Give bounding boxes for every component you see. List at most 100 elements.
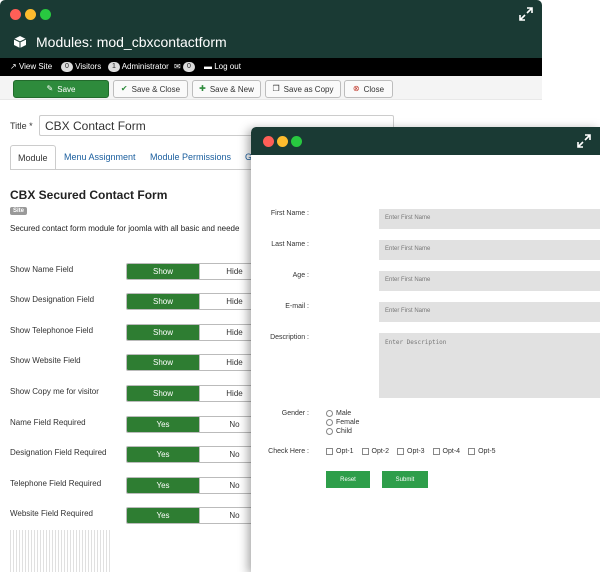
submit-button[interactable]: Submit [382, 471, 428, 488]
check-options-group: Opt-1 Opt-2 Opt-3 Opt-4 Opt-5 [326, 448, 496, 455]
minus-icon: ▬ [204, 62, 212, 71]
checkbox-square[interactable] [397, 448, 405, 455]
close-window-button[interactable] [10, 9, 21, 20]
description-label: Description : [270, 334, 309, 341]
external-link-icon: ↗ [10, 62, 17, 71]
window-titlebar [251, 127, 600, 155]
minimize-window-button[interactable] [25, 9, 36, 20]
checkbox-square[interactable] [361, 448, 369, 455]
toggle-on-option[interactable]: Show [127, 325, 199, 340]
toggle-designation-required[interactable]: Yes No [126, 446, 270, 463]
toggle-on-option[interactable]: Show [127, 355, 199, 370]
gender-radio-male[interactable]: Male [326, 410, 351, 417]
field-label: Show Name Field [10, 265, 74, 274]
checkbox-opt-2[interactable]: Opt-2 [361, 448, 389, 455]
save-close-button[interactable]: ✔ Save & Close [113, 80, 188, 98]
field-label: Show Telephonoe Field [10, 326, 94, 335]
close-button[interactable]: ⊗ Close [344, 80, 393, 98]
close-window-button[interactable] [263, 136, 274, 147]
expand-icon[interactable] [518, 6, 534, 22]
checkbox-opt-1[interactable]: Opt-1 [326, 448, 354, 455]
faded-content [10, 530, 112, 572]
toggle-on-option[interactable]: Yes [127, 508, 199, 523]
zoom-window-button[interactable] [291, 136, 302, 147]
email-input[interactable]: Enter First Name [379, 302, 600, 322]
edit-icon: ✎ [46, 84, 54, 93]
check-icon: ✔ [120, 84, 128, 93]
first-name-label: First Name : [270, 210, 309, 217]
module-description: Secured contact form module for joomla w… [10, 224, 240, 233]
first-name-input[interactable]: Enter First Name [379, 209, 600, 229]
gender-radio-child[interactable]: Child [326, 428, 352, 435]
check-here-label: Check Here : [268, 448, 309, 455]
tab-module-permissions[interactable]: Module Permissions [150, 145, 231, 170]
toggle-on-option[interactable]: Show [127, 264, 199, 279]
window-titlebar [0, 0, 542, 28]
radio-circle[interactable] [326, 428, 333, 435]
checkbox-opt-4[interactable]: Opt-4 [432, 448, 460, 455]
toggle-on-option[interactable]: Show [127, 294, 199, 309]
field-label: Show Copy me for visitor [10, 387, 99, 396]
toggle-telephone-required[interactable]: Yes No [126, 477, 270, 494]
admin-count-badge: 1 [108, 62, 120, 72]
toggle-show-designation[interactable]: Show Hide [126, 293, 270, 310]
description-textarea[interactable]: Enter Description [379, 333, 600, 398]
toggle-on-option[interactable]: Show [127, 386, 199, 401]
reset-button[interactable]: Reset [326, 471, 370, 488]
messages-status[interactable]: ✉ 0 [174, 62, 195, 72]
zoom-window-button[interactable] [40, 9, 51, 20]
envelope-icon: ✉ [174, 62, 181, 71]
toggle-on-option[interactable]: Yes [127, 478, 199, 493]
save-as-copy-button[interactable]: ❐ Save as Copy [265, 80, 341, 98]
plus-icon: ✚ [199, 84, 206, 93]
close-circle-icon: ⊗ [352, 84, 360, 93]
page-title: Modules: mod_cbxcontactform [36, 34, 227, 50]
copy-icon: ❐ [272, 84, 280, 93]
last-name-input[interactable]: Enter First Name [379, 240, 600, 260]
tab-module[interactable]: Module [10, 145, 56, 170]
visitors-status: 0 Visitors [61, 62, 101, 72]
cube-icon [13, 36, 27, 48]
module-header: Modules: mod_cbxcontactform [0, 28, 542, 58]
toggle-show-name[interactable]: Show Hide [126, 263, 270, 280]
toggle-show-telephone[interactable]: Show Hide [126, 324, 270, 341]
checkbox-opt-3[interactable]: Opt-3 [397, 448, 425, 455]
site-badge: Site [10, 207, 28, 215]
checkbox-square[interactable] [326, 448, 333, 455]
gender-label: Gender : [281, 410, 309, 417]
save-button[interactable]: ✎ Save [13, 80, 109, 98]
view-site-link[interactable]: ↗ View Site [10, 62, 52, 72]
save-new-button[interactable]: ✚ Save & New [192, 80, 261, 98]
checkbox-opt-5[interactable]: Opt-5 [468, 448, 496, 455]
email-label: E-mail : [285, 303, 309, 310]
field-label: Show Designation Field [10, 295, 95, 304]
toggle-on-option[interactable]: Yes [127, 447, 199, 462]
expand-icon[interactable] [576, 133, 592, 149]
checkbox-square[interactable] [432, 448, 440, 455]
toggle-website-required[interactable]: Yes No [126, 507, 270, 524]
toggle-show-copy-me[interactable]: Show Hide [126, 385, 270, 402]
age-label: Age : [292, 272, 309, 279]
form-heading: CBX Secured Contact Form [10, 188, 168, 202]
administrator-status: 1 Administrator [108, 62, 169, 72]
toggle-name-required[interactable]: Yes No [126, 416, 270, 433]
radio-circle[interactable] [326, 419, 333, 426]
title-label: Title * [10, 121, 33, 131]
field-label: Name Field Required [10, 418, 86, 427]
checkbox-square[interactable] [468, 448, 476, 455]
toggle-show-website[interactable]: Show Hide [126, 354, 270, 371]
field-label: Designation Field Required [10, 448, 107, 457]
visitors-count-badge: 0 [61, 62, 73, 72]
last-name-label: Last Name : [271, 241, 309, 248]
contact-form-preview-window: First Name : Enter First Name Last Name … [251, 127, 600, 572]
field-label: Telephone Field Required [10, 479, 102, 488]
tab-menu-assignment[interactable]: Menu Assignment [64, 145, 136, 170]
toolbar: ✎ Save ✔ Save & Close ✚ Save & New ❐ Sav… [0, 76, 542, 100]
age-input[interactable]: Enter First Name [379, 271, 600, 291]
radio-circle[interactable] [326, 410, 333, 417]
logout-link[interactable]: ▬ Log out [204, 62, 241, 72]
minimize-window-button[interactable] [277, 136, 288, 147]
toggle-on-option[interactable]: Yes [127, 417, 199, 432]
messages-count-badge: 0 [182, 62, 195, 72]
gender-radio-female[interactable]: Female [326, 419, 359, 426]
